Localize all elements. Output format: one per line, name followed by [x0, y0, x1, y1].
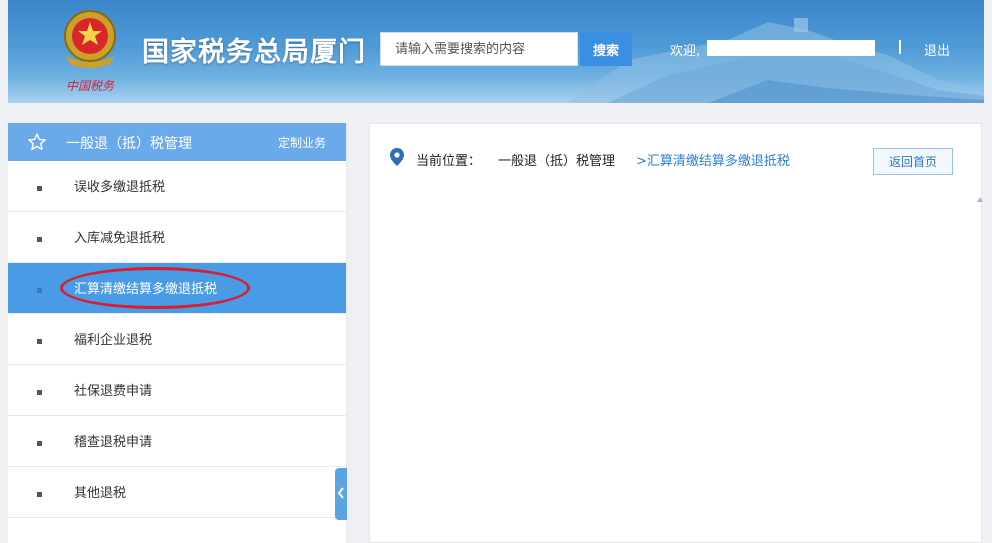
sidebar-item-wrong-overpaid-refund[interactable]: 误收多缴退抵税 [8, 161, 346, 212]
bullet-icon [37, 441, 42, 446]
sidebar: 一般退（抵）税管理 定制业务 误收多缴退抵税 入库减免退抵税 汇算清缴结算多缴退… [8, 123, 347, 543]
bullet-icon [37, 237, 42, 242]
star-icon[interactable] [27, 132, 47, 152]
sidebar-item-label: 社保退费申请 [74, 384, 153, 399]
sidebar-item-annual-settlement-refund[interactable]: 汇算清缴结算多缴退抵税 [8, 263, 346, 314]
bullet-icon [37, 390, 42, 395]
welcome-text: 欢迎, [670, 44, 701, 59]
location-pin-icon [390, 148, 404, 166]
header-divider [899, 40, 901, 54]
site-title: 国家税务总局厦门 [142, 37, 366, 68]
bullet-icon [37, 492, 42, 497]
sidebar-item-welfare-enterprise-refund[interactable]: 福利企业退税 [8, 314, 346, 365]
breadcrumb-current: >汇算清缴结算多缴退抵税 [636, 154, 790, 169]
custom-business-link[interactable]: 定制业务 [278, 134, 326, 151]
return-home-button[interactable]: 返回首页 [873, 148, 953, 175]
sidebar-item-other-refund[interactable]: 其他退税 [8, 467, 346, 518]
sidebar-item-social-insurance-refund[interactable]: 社保退费申请 [8, 365, 346, 416]
sidebar-collapse-toggle[interactable] [335, 468, 347, 520]
sidebar-header: 一般退（抵）税管理 定制业务 [8, 123, 346, 161]
highlight-ring-annotation [60, 267, 250, 309]
sidebar-title: 一般退（抵）税管理 [66, 136, 192, 152]
chevron-left-icon [337, 487, 344, 499]
bullet-icon [37, 339, 42, 344]
scroll-up-icon[interactable] [976, 195, 984, 205]
main-panel: 当前位置： 一般退（抵）税管理 >汇算清缴结算多缴退抵税 返回首页 [369, 123, 982, 543]
sidebar-item-label: 稽查退税申请 [74, 435, 153, 450]
sidebar-item-label: 福利企业退税 [74, 333, 153, 348]
search-button[interactable]: 搜索 [580, 32, 632, 66]
breadcrumb-root[interactable]: 一般退（抵）税管理 [498, 150, 615, 169]
search-input[interactable] [380, 32, 578, 66]
sidebar-item-label: 其他退税 [74, 486, 127, 501]
sidebar-item-label: 误收多缴退抵税 [74, 180, 166, 195]
logout-link[interactable]: 退出 [924, 40, 950, 59]
breadcrumb-label: 当前位置： [416, 154, 482, 169]
tax-emblem-logo: 中国税务 [64, 10, 116, 93]
sidebar-item-reduction-refund[interactable]: 入库减免退抵税 [8, 212, 346, 263]
sidebar-item-label: 入库减免退抵税 [74, 231, 166, 246]
bullet-icon [37, 288, 42, 293]
bullet-icon [37, 186, 42, 191]
emblem-caption: 中国税务 [66, 79, 115, 93]
username-redacted [707, 40, 875, 56]
sidebar-item-inspection-refund[interactable]: 稽查退税申请 [8, 416, 346, 467]
